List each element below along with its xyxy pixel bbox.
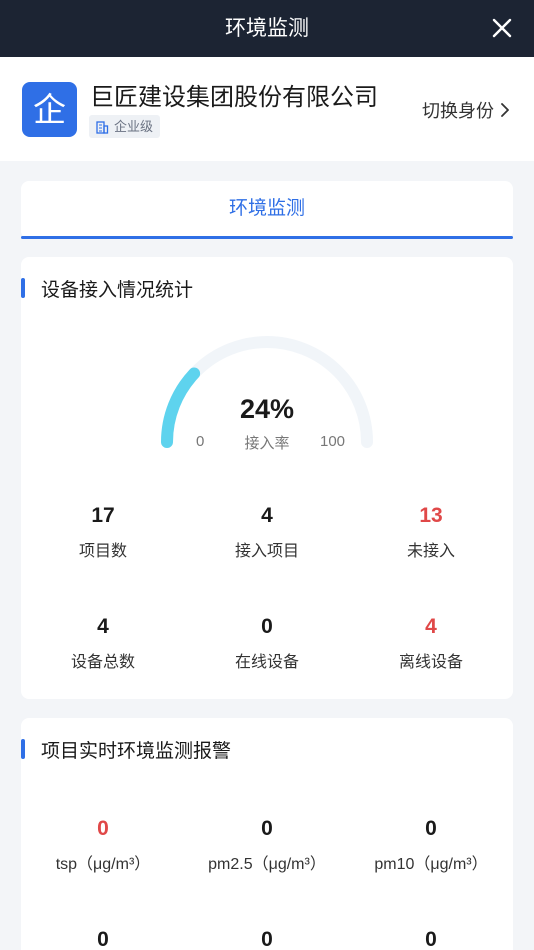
alert-metric-item: 0 — [21, 926, 185, 950]
metric-item: 4 设备总数 — [21, 613, 185, 672]
alert-metric-value: 0 — [261, 928, 273, 950]
metric-label: 项目数 — [78, 543, 127, 560]
metric-value: 13 — [419, 504, 443, 527]
alert-metric-item: 0 pm2.5（μg/m³） — [185, 815, 349, 874]
section-title: 项目实时环境监测报警 — [21, 738, 232, 762]
metric-label: 设备总数 — [70, 654, 135, 671]
section-title: 设备接入情况统计 — [21, 277, 194, 301]
metric-item: 4 接入项目 — [185, 502, 349, 561]
alert-metric-label: pm2.5（μg/m³） — [208, 856, 326, 873]
gauge-value: 24% — [239, 394, 295, 424]
metric-value: 0 — [261, 615, 273, 638]
building-icon — [96, 120, 109, 134]
level-badge-label: 企业级 — [114, 119, 154, 134]
alert-metric-item: 0 tsp（μg/m³） — [21, 815, 185, 874]
metric-value: 4 — [261, 504, 273, 527]
section-title-marker — [21, 739, 25, 759]
top-bar: 环境监测 — [0, 0, 534, 57]
alert-metric-item: 0 — [349, 926, 513, 950]
metric-item: 13 未接入 — [349, 502, 513, 561]
company-header: 企 巨匠建设集团股份有限公司 企业级 切换身份 — [0, 57, 534, 161]
metric-label: 离线设备 — [398, 654, 463, 671]
company-name: 巨匠建设集团股份有限公司 — [90, 84, 378, 111]
alert-metric-value: 0 — [425, 817, 437, 840]
metric-label: 在线设备 — [234, 654, 299, 671]
switch-identity-button[interactable]: 切换身份 — [422, 97, 510, 123]
alert-metric-value: 0 — [261, 817, 273, 840]
tab-bar: 环境监测 — [21, 181, 513, 239]
gauge-max: 100 — [320, 433, 346, 450]
switch-identity-label: 切换身份 — [422, 101, 494, 121]
metric-label: 接入项目 — [234, 543, 299, 560]
alert-metric-label: pm10（μg/m³） — [374, 856, 488, 873]
tab-environment-monitoring[interactable]: 环境监测 — [21, 181, 513, 237]
page-title: 环境监测 — [225, 17, 309, 40]
section-title-text: 项目实时环境监测报警 — [41, 740, 232, 762]
metric-value: 4 — [97, 615, 109, 638]
access-stats-card: 设备接入情况统计 24% 接入率 0 100 17 项目数 4 接入项目 13 … — [21, 257, 513, 699]
metric-value: 4 — [425, 615, 437, 638]
env-alerts-card: 项目实时环境监测报警 0 tsp（μg/m³） 0 pm2.5（μg/m³） 0… — [21, 718, 513, 950]
tab-active-indicator — [21, 236, 513, 239]
section-title-marker — [21, 278, 25, 298]
alert-metric-value: 0 — [97, 817, 109, 840]
metric-item: 0 在线设备 — [185, 613, 349, 672]
gauge-min: 0 — [196, 433, 205, 450]
chevron-right-icon — [501, 103, 509, 117]
metric-item: 4 离线设备 — [349, 613, 513, 672]
alert-metric-label: tsp（μg/m³） — [55, 856, 151, 873]
gauge-track — [161, 336, 373, 448]
level-badge: 企业级 — [89, 115, 161, 138]
metric-label: 未接入 — [406, 543, 455, 560]
alert-metric-value: 0 — [97, 928, 109, 950]
alert-metric-item: 0 — [185, 926, 349, 950]
close-icon[interactable] — [490, 16, 514, 40]
company-logo: 企 — [22, 82, 77, 137]
metric-value: 17 — [91, 504, 115, 527]
metric-item: 17 项目数 — [21, 502, 185, 561]
alert-metric-item: 0 pm10（μg/m³） — [349, 815, 513, 874]
section-title-text: 设备接入情况统计 — [41, 279, 194, 301]
alert-metric-value: 0 — [425, 928, 437, 950]
access-rate-gauge: 24% 接入率 0 100 — [157, 332, 377, 452]
